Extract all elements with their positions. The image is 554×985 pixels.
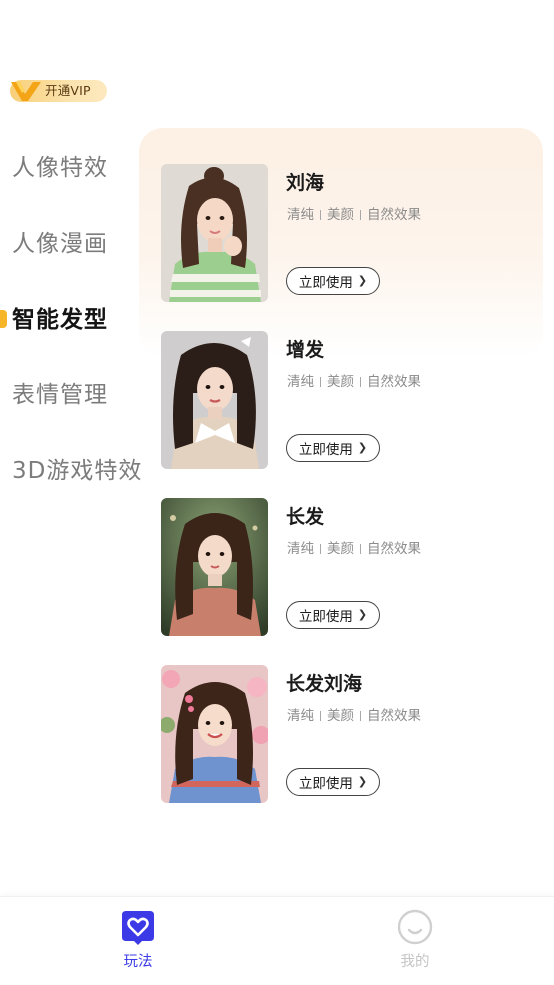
use-now-button[interactable]: 立即使用 ❯ — [286, 267, 380, 295]
style-tags: 清纯 美颜 自然效果 — [287, 373, 421, 391]
category-label: 表情管理 — [12, 382, 108, 408]
use-now-label: 立即使用 — [298, 442, 353, 458]
tag-divider — [320, 210, 321, 220]
tag: 清纯 — [287, 541, 314, 557]
category-item-portrait-effects[interactable]: 人像特效 — [0, 146, 140, 190]
tag: 美颜 — [327, 541, 354, 557]
use-now-label: 立即使用 — [298, 609, 353, 625]
tag-divider — [320, 544, 321, 554]
style-title: 增发 — [286, 339, 325, 361]
use-now-button[interactable]: 立即使用 ❯ — [286, 434, 380, 462]
smile-face-icon — [397, 909, 433, 945]
chevron-right-icon: ❯ — [357, 608, 368, 621]
tag-divider — [320, 711, 321, 721]
vip-badge-button[interactable]: 开通VIP — [10, 80, 107, 102]
style-title: 长发刘海 — [286, 673, 363, 695]
style-thumbnail[interactable] — [161, 331, 268, 469]
tag-divider — [360, 210, 361, 220]
chevron-right-icon: ❯ — [357, 274, 368, 287]
vip-v-icon — [11, 82, 41, 101]
tab-label: 我的 — [400, 954, 430, 970]
category-label: 智能发型 — [12, 307, 108, 333]
chevron-right-icon: ❯ — [357, 441, 368, 454]
category-item-smart-hairstyle[interactable]: 智能发型 — [0, 298, 140, 342]
style-tags: 清纯 美颜 自然效果 — [287, 540, 421, 558]
style-card-long-hair[interactable]: 长发 清纯 美颜 自然效果 立即使用 ❯ — [161, 498, 541, 638]
chevron-right-icon: ❯ — [357, 775, 368, 788]
category-label: 人像特效 — [12, 155, 108, 181]
bottom-tab-bar: 玩法 我的 — [0, 896, 554, 985]
active-indicator — [0, 310, 7, 328]
tab-play[interactable]: 玩法 — [68, 897, 208, 977]
tag: 美颜 — [327, 708, 354, 724]
use-now-button[interactable]: 立即使用 ❯ — [286, 601, 380, 629]
tag: 自然效果 — [367, 374, 421, 390]
category-label: 人像漫画 — [12, 231, 108, 257]
tag: 清纯 — [287, 374, 314, 390]
heart-chat-icon — [122, 911, 154, 945]
use-now-button[interactable]: 立即使用 ❯ — [286, 768, 380, 796]
style-card-bangs[interactable]: 刘海 清纯 美颜 自然效果 立即使用 ❯ — [161, 164, 541, 304]
tag-divider — [360, 544, 361, 554]
style-tags: 清纯 美颜 自然效果 — [287, 707, 421, 725]
use-now-label: 立即使用 — [298, 275, 353, 291]
tab-label: 玩法 — [123, 954, 153, 970]
tag: 清纯 — [287, 708, 314, 724]
category-item-expression[interactable]: 表情管理 — [0, 373, 140, 417]
tag-divider — [320, 377, 321, 387]
tag: 美颜 — [327, 207, 354, 223]
style-card-hair-volume[interactable]: 增发 清纯 美颜 自然效果 立即使用 ❯ — [161, 331, 541, 471]
tag: 自然效果 — [367, 708, 421, 724]
tag-divider — [360, 711, 361, 721]
style-tags: 清纯 美颜 自然效果 — [287, 206, 421, 224]
style-title: 长发 — [286, 506, 325, 528]
category-item-portrait-comic[interactable]: 人像漫画 — [0, 222, 140, 266]
use-now-label: 立即使用 — [298, 776, 353, 792]
tag: 自然效果 — [367, 207, 421, 223]
tab-mine[interactable]: 我的 — [345, 897, 485, 977]
tag: 美颜 — [327, 374, 354, 390]
tag-divider — [360, 377, 361, 387]
style-thumbnail[interactable] — [161, 164, 268, 302]
tag: 清纯 — [287, 207, 314, 223]
style-title: 刘海 — [286, 172, 325, 194]
category-label: 3D游戏特效 — [12, 458, 143, 484]
tag: 自然效果 — [367, 541, 421, 557]
category-item-3d-game-effects[interactable]: 3D游戏特效 — [0, 449, 143, 493]
style-card-long-hair-bangs[interactable]: 长发刘海 清纯 美颜 自然效果 立即使用 ❯ — [161, 665, 541, 805]
style-thumbnail[interactable] — [161, 498, 268, 636]
vip-label: 开通VIP — [45, 83, 91, 98]
style-thumbnail[interactable] — [161, 665, 268, 803]
